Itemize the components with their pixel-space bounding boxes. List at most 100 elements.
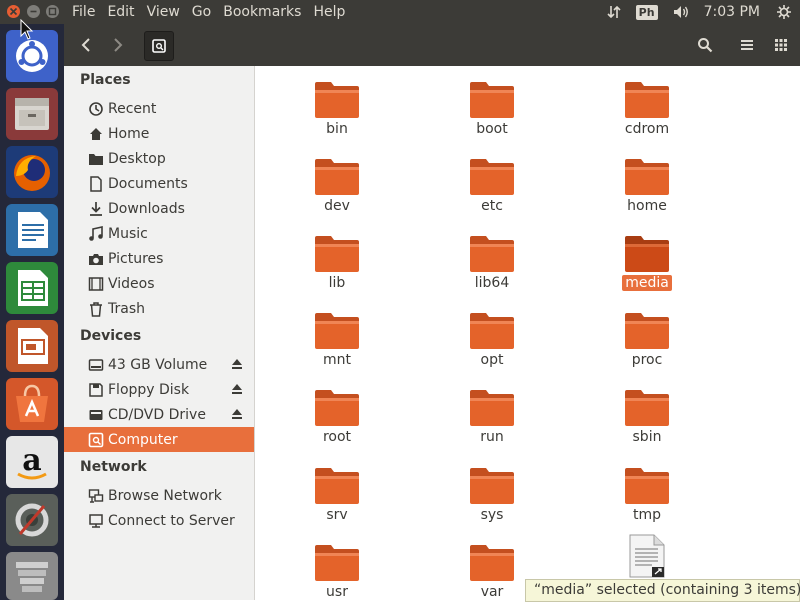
power-icon[interactable] [776,4,792,20]
folder-label: media [622,275,672,291]
keyboard-layout-label: Ph [635,4,658,20]
software-center-launcher-icon[interactable] [6,378,58,430]
folder-mnt[interactable]: mnt [292,297,382,369]
status-bar: “media” selected (containing 3 items) [525,579,800,602]
folder-label: lib [328,275,346,291]
trash-launcher-icon[interactable] [6,552,58,600]
sidebar-item-cd-dvd-drive[interactable]: CD/DVD Drive [64,402,254,427]
folder-home[interactable]: home [602,143,692,215]
sidebar-item-desktop[interactable]: Desktop [64,146,254,171]
sidebar-item-home[interactable]: Home [64,121,254,146]
hamburger-icon [741,40,753,50]
folder-usr[interactable]: usr [292,529,382,601]
sidebar-item-documents[interactable]: Documents [64,171,254,196]
sidebar-item-browse-network[interactable]: Browse Network [64,483,254,508]
folder-icon [315,468,359,504]
folder-media[interactable]: media [602,220,692,292]
impress-launcher-icon[interactable] [6,320,58,372]
amazon-launcher-icon[interactable]: a [6,436,58,488]
folder-cdrom[interactable]: cdrom [602,66,692,138]
sidebar-item-43gb-volume[interactable]: 43 GB Volume [64,352,254,377]
folder-srv[interactable]: srv [292,452,382,524]
sidebar-item-label: Browse Network [108,487,222,504]
folder-boot[interactable]: boot [447,66,537,138]
sidebar-item-pictures[interactable]: Pictures [64,246,254,271]
folder-proc[interactable]: proc [602,297,692,369]
folder-label: opt [480,352,504,368]
sidebar-item-downloads[interactable]: Downloads [64,196,254,221]
sidebar-item-trash[interactable]: Trash [64,296,254,321]
folder-tmp[interactable]: tmp [602,452,692,524]
menu-go[interactable]: Go [192,0,223,24]
folder-opt[interactable]: opt [447,297,537,369]
sidebar-section-places: Places [80,72,131,88]
sidebar-item-label: CD/DVD Drive [108,406,206,423]
window-minimize-button[interactable] [27,5,40,18]
folder-icon [470,390,514,426]
clock[interactable]: 7:03 PM [704,4,760,20]
folder-icon [470,468,514,504]
folder-sbin[interactable]: sbin [602,374,692,446]
folder-label: cdrom [624,121,670,137]
sidebar-item-label: Videos [108,275,155,292]
sidebar-section-network: Network [80,459,147,475]
folder-icon [625,313,669,349]
search-icon [698,38,713,53]
folder-icon [470,82,514,118]
folder-icon [315,82,359,118]
menu-bookmarks[interactable]: Bookmarks [223,0,313,24]
menu-edit[interactable]: Edit [107,0,146,24]
network-indicator-icon[interactable] [606,4,622,20]
grid-view-button[interactable] [766,31,796,59]
folder-lib64[interactable]: lib64 [447,220,537,292]
folder-dev[interactable]: dev [292,143,382,215]
file-grid: bin boot cdrom dev etc home lib lib64 me… [255,66,800,600]
back-button[interactable] [72,31,100,59]
keyboard-layout-indicator[interactable]: Ph [635,4,658,20]
menu-help[interactable]: Help [313,0,357,24]
path-bar-computer-button[interactable] [144,31,174,61]
menu-file[interactable]: File [72,0,107,24]
sidebar-item-floppy-disk[interactable]: Floppy Disk [64,377,254,402]
eject-icon[interactable] [230,382,244,400]
folder-root[interactable]: root [292,374,382,446]
window-maximize-button[interactable] [46,5,59,18]
folder-icon [470,545,514,581]
floppy-icon [88,382,104,398]
firefox-launcher-icon[interactable] [6,146,58,198]
search-button[interactable] [690,31,720,59]
eject-icon[interactable] [230,407,244,425]
grid-icon [775,39,787,51]
forward-button[interactable] [104,31,132,59]
menu-view[interactable]: View [147,0,192,24]
sidebar-item-label: Music [108,225,148,242]
list-view-button[interactable] [732,31,762,59]
eject-icon[interactable] [230,357,244,375]
folder-run[interactable]: run [447,374,537,446]
sidebar-item-label: Downloads [108,200,185,217]
indicator-area: Ph 7:03 PM [592,0,800,24]
folder-icon [625,82,669,118]
folder-bin[interactable]: bin [292,66,382,138]
window-close-button[interactable] [7,5,20,18]
volume-icon[interactable] [672,4,690,20]
server-icon [88,513,104,529]
sidebar-item-label: Computer [108,431,178,448]
system-settings-launcher-icon[interactable] [6,494,58,546]
folder-icon [470,236,514,272]
folder-lib[interactable]: lib [292,220,382,292]
folder-label: sys [480,507,504,523]
folder-etc[interactable]: etc [447,143,537,215]
sidebar-item-computer[interactable]: Computer [64,427,254,452]
sidebar-item-connect-to-server[interactable]: Connect to Server [64,508,254,533]
network-icon [88,488,104,504]
folder-sys[interactable]: sys [447,452,537,524]
sidebar-item-recent[interactable]: Recent [64,96,254,121]
calc-launcher-icon[interactable] [6,262,58,314]
writer-launcher-icon[interactable] [6,204,58,256]
sidebar-item-music[interactable]: Music [64,221,254,246]
download-icon [88,201,104,217]
files-launcher-icon[interactable] [6,88,58,140]
folder-var[interactable]: var [447,529,537,601]
sidebar-item-videos[interactable]: Videos [64,271,254,296]
